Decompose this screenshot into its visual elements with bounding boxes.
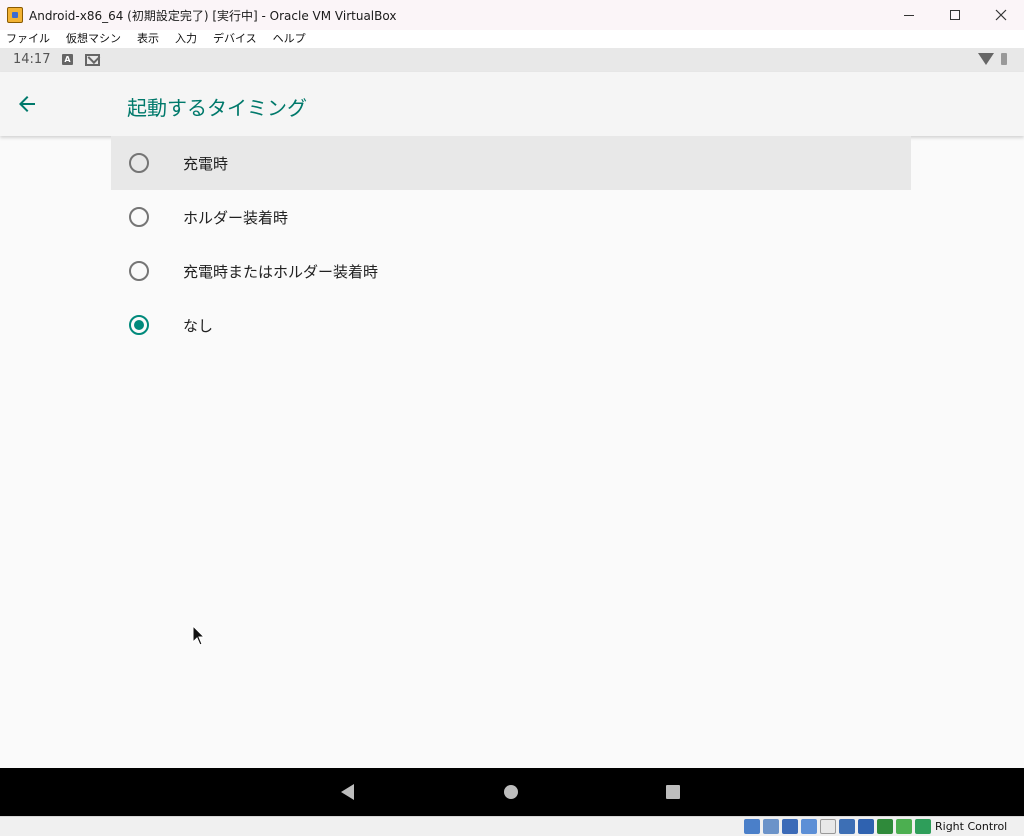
maximize-button[interactable] [932,0,978,30]
window-title: Android-x86_64 (初期設定完了) [実行中] - Oracle V… [29,9,397,23]
usb-icon[interactable] [801,819,817,834]
recording-icon[interactable] [858,819,874,834]
option-never[interactable]: なし [111,298,911,352]
radio-button-checked[interactable] [129,315,149,335]
menu-machine[interactable]: 仮想マシン [66,30,121,48]
host-key-label: Right Control [935,820,1008,833]
menu-view[interactable]: 表示 [137,30,159,48]
nav-recents-icon[interactable] [666,785,680,799]
gmail-icon [85,54,100,66]
keyboard-capture-icon[interactable] [915,819,931,834]
menu-help[interactable]: ヘルプ [273,30,306,48]
shared-folder-icon[interactable] [820,819,836,834]
android-navbar [0,768,1024,816]
timing-options-list: 充電時 ホルダー装着時 充電時またはホルダー装着時 なし [111,136,911,352]
network-icon[interactable] [782,819,798,834]
android-statusbar: 14:17 A [0,48,1024,72]
menu-input[interactable]: 入力 [175,30,197,48]
display-icon[interactable] [839,819,855,834]
status-clock: 14:17 [13,52,51,67]
notification-a-icon: A [62,54,73,65]
option-charging[interactable]: 充電時 [111,136,911,190]
radio-button[interactable] [129,153,149,173]
maximize-icon [950,10,960,20]
window-titlebar: Android-x86_64 (初期設定完了) [実行中] - Oracle V… [0,0,1024,30]
app-bar: 起動するタイミング [0,72,1024,136]
back-button[interactable] [15,92,39,116]
minimize-button[interactable] [886,0,932,30]
minimize-icon [904,14,914,16]
menu-file[interactable]: ファイル [6,30,50,48]
option-label: ホルダー装着時 [183,209,289,227]
mouse-integration-icon[interactable] [896,819,912,834]
close-icon [995,9,1007,21]
nav-back-icon[interactable] [341,784,354,800]
vbox-device-icons [744,819,931,834]
option-charging-or-docked[interactable]: 充電時またはホルダー装着時 [111,244,911,298]
option-label: 充電時 [183,155,229,173]
mouse-cursor-icon [192,625,206,646]
optical-drive-icon[interactable] [763,819,779,834]
arrow-back-icon [19,96,35,112]
harddisk-icon[interactable] [744,819,760,834]
radio-button[interactable] [129,207,149,227]
option-label: なし [183,317,214,335]
close-button[interactable] [978,0,1024,30]
virtualbox-icon [7,7,23,23]
menubar: ファイル 仮想マシン 表示 入力 デバイス ヘルプ [0,30,1024,48]
option-docked[interactable]: ホルダー装着時 [111,190,911,244]
option-label: 充電時またはホルダー装着時 [183,263,379,281]
cpu-icon[interactable] [877,819,893,834]
battery-icon [1001,53,1007,65]
page-title: 起動するタイミング [127,96,307,120]
radio-button[interactable] [129,261,149,281]
wifi-icon [978,53,994,65]
nav-home-icon[interactable] [504,785,518,799]
menu-devices[interactable]: デバイス [213,30,257,48]
vbox-statusbar: Right Control [0,816,1024,836]
